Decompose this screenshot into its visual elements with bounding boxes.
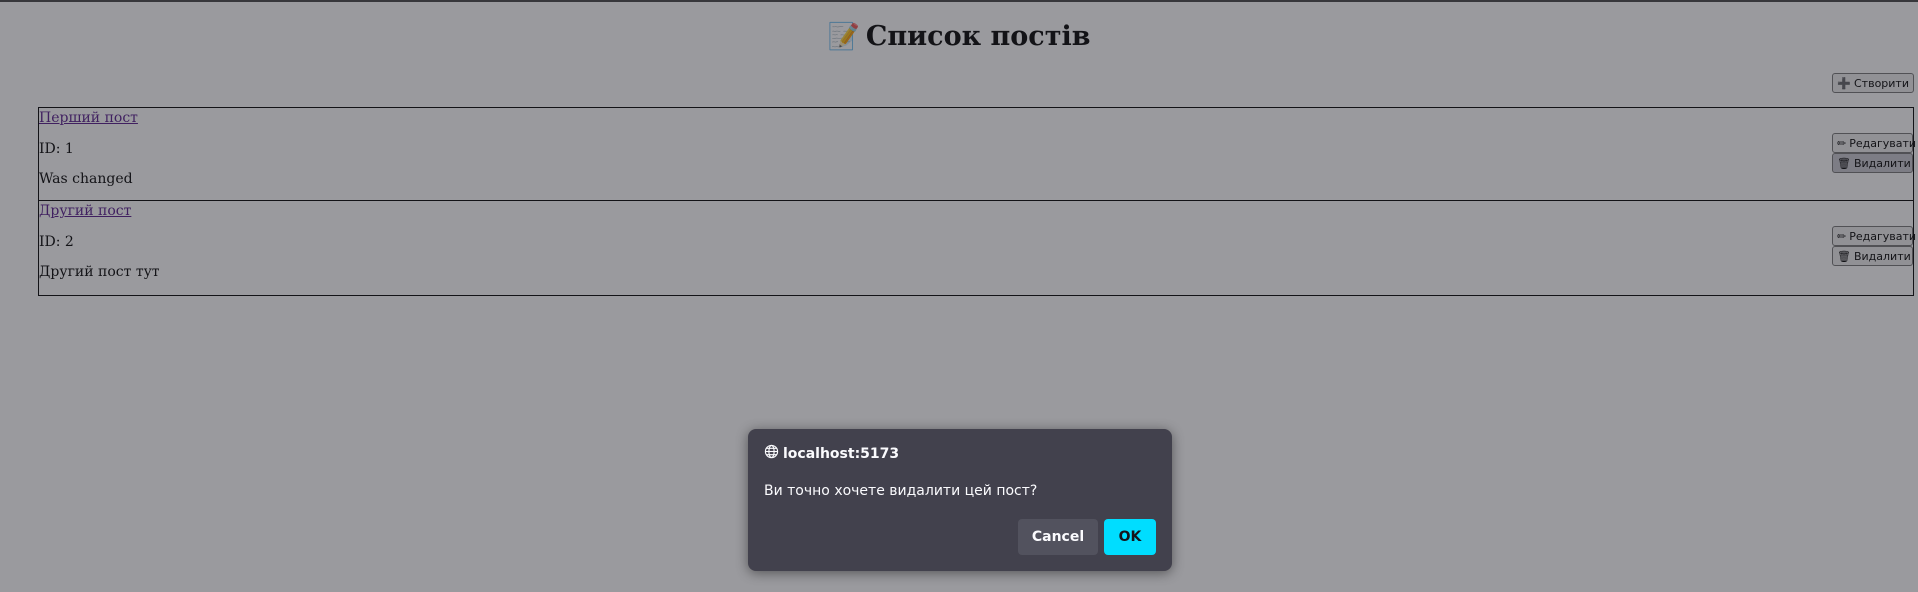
dialog-message: Ви точно хочете видалити цей пост? — [764, 483, 1038, 499]
dialog-origin-text: localhost:5173 — [783, 445, 900, 462]
ok-button[interactable]: OK — [1104, 519, 1156, 555]
cancel-button[interactable]: Cancel — [1018, 519, 1098, 555]
dialog-origin: localhost:5173 — [764, 444, 899, 463]
globe-icon — [764, 444, 779, 463]
confirm-dialog: localhost:5173 Ви точно хочете видалити … — [748, 429, 1172, 571]
